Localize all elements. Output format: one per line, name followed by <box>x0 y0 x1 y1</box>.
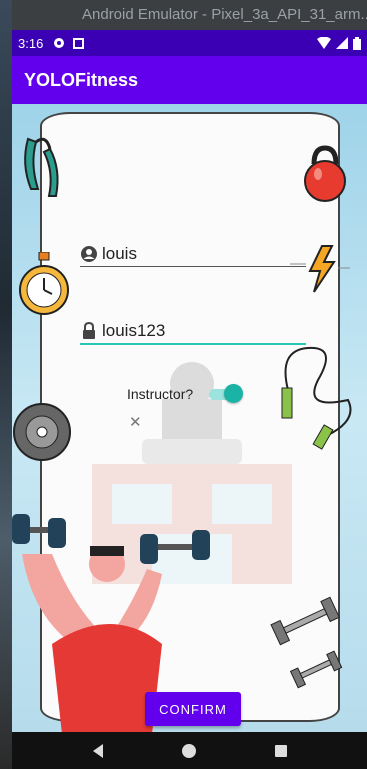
back-icon[interactable] <box>88 741 108 761</box>
close-icon: ✕ <box>129 414 142 431</box>
kettlebell-icon <box>304 145 346 202</box>
switch-thumb <box>224 384 244 403</box>
signal-icon <box>336 37 348 49</box>
instructor-switch[interactable] <box>207 384 244 403</box>
stopwatch-icon <box>19 252 69 315</box>
instructor-row: Instructor? <box>127 384 244 403</box>
emulator-frame: Android Emulator - Pixel_3a_API_31_arm..… <box>0 0 367 769</box>
emulator-title-bar: Android Emulator - Pixel_3a_API_31_arm..… <box>12 0 367 30</box>
username-value: louis <box>102 243 137 263</box>
notification-icon <box>73 37 85 49</box>
lock-icon <box>83 322 95 339</box>
username-field[interactable]: louis <box>80 241 306 267</box>
status-time: 3:16 <box>18 35 44 51</box>
dumbbell-icon <box>270 596 343 689</box>
password-value: louis123 <box>102 321 166 340</box>
wifi-icon <box>317 37 331 49</box>
status-bar: 3:16 <box>12 30 367 56</box>
jump-rope-icon <box>281 346 352 450</box>
weight-plate-icon <box>13 403 71 461</box>
battery-icon <box>353 36 361 50</box>
navigation-bar <box>12 732 367 769</box>
media-icon <box>54 38 65 48</box>
hand-gripper-icon <box>24 137 59 197</box>
device-screen: 3:16 YOLOFitness louis louis123 Instruct… <box>12 30 367 769</box>
app-title: YOLOFitness <box>24 69 139 90</box>
emulator-title: Android Emulator - Pixel_3a_API_31_arm..… <box>82 6 367 23</box>
confirm-button[interactable]: CONFIRM <box>145 692 241 726</box>
app-bar: YOLOFitness <box>12 56 367 104</box>
password-field[interactable]: louis123 <box>80 319 306 345</box>
recents-icon[interactable] <box>271 741 291 761</box>
host-window-edge <box>0 0 12 769</box>
home-icon[interactable] <box>179 741 199 761</box>
login-content: louis louis123 Instructor? ✕ CONFIRM <box>12 104 367 732</box>
instructor-label: Instructor? <box>127 386 194 402</box>
user-icon <box>81 245 97 262</box>
